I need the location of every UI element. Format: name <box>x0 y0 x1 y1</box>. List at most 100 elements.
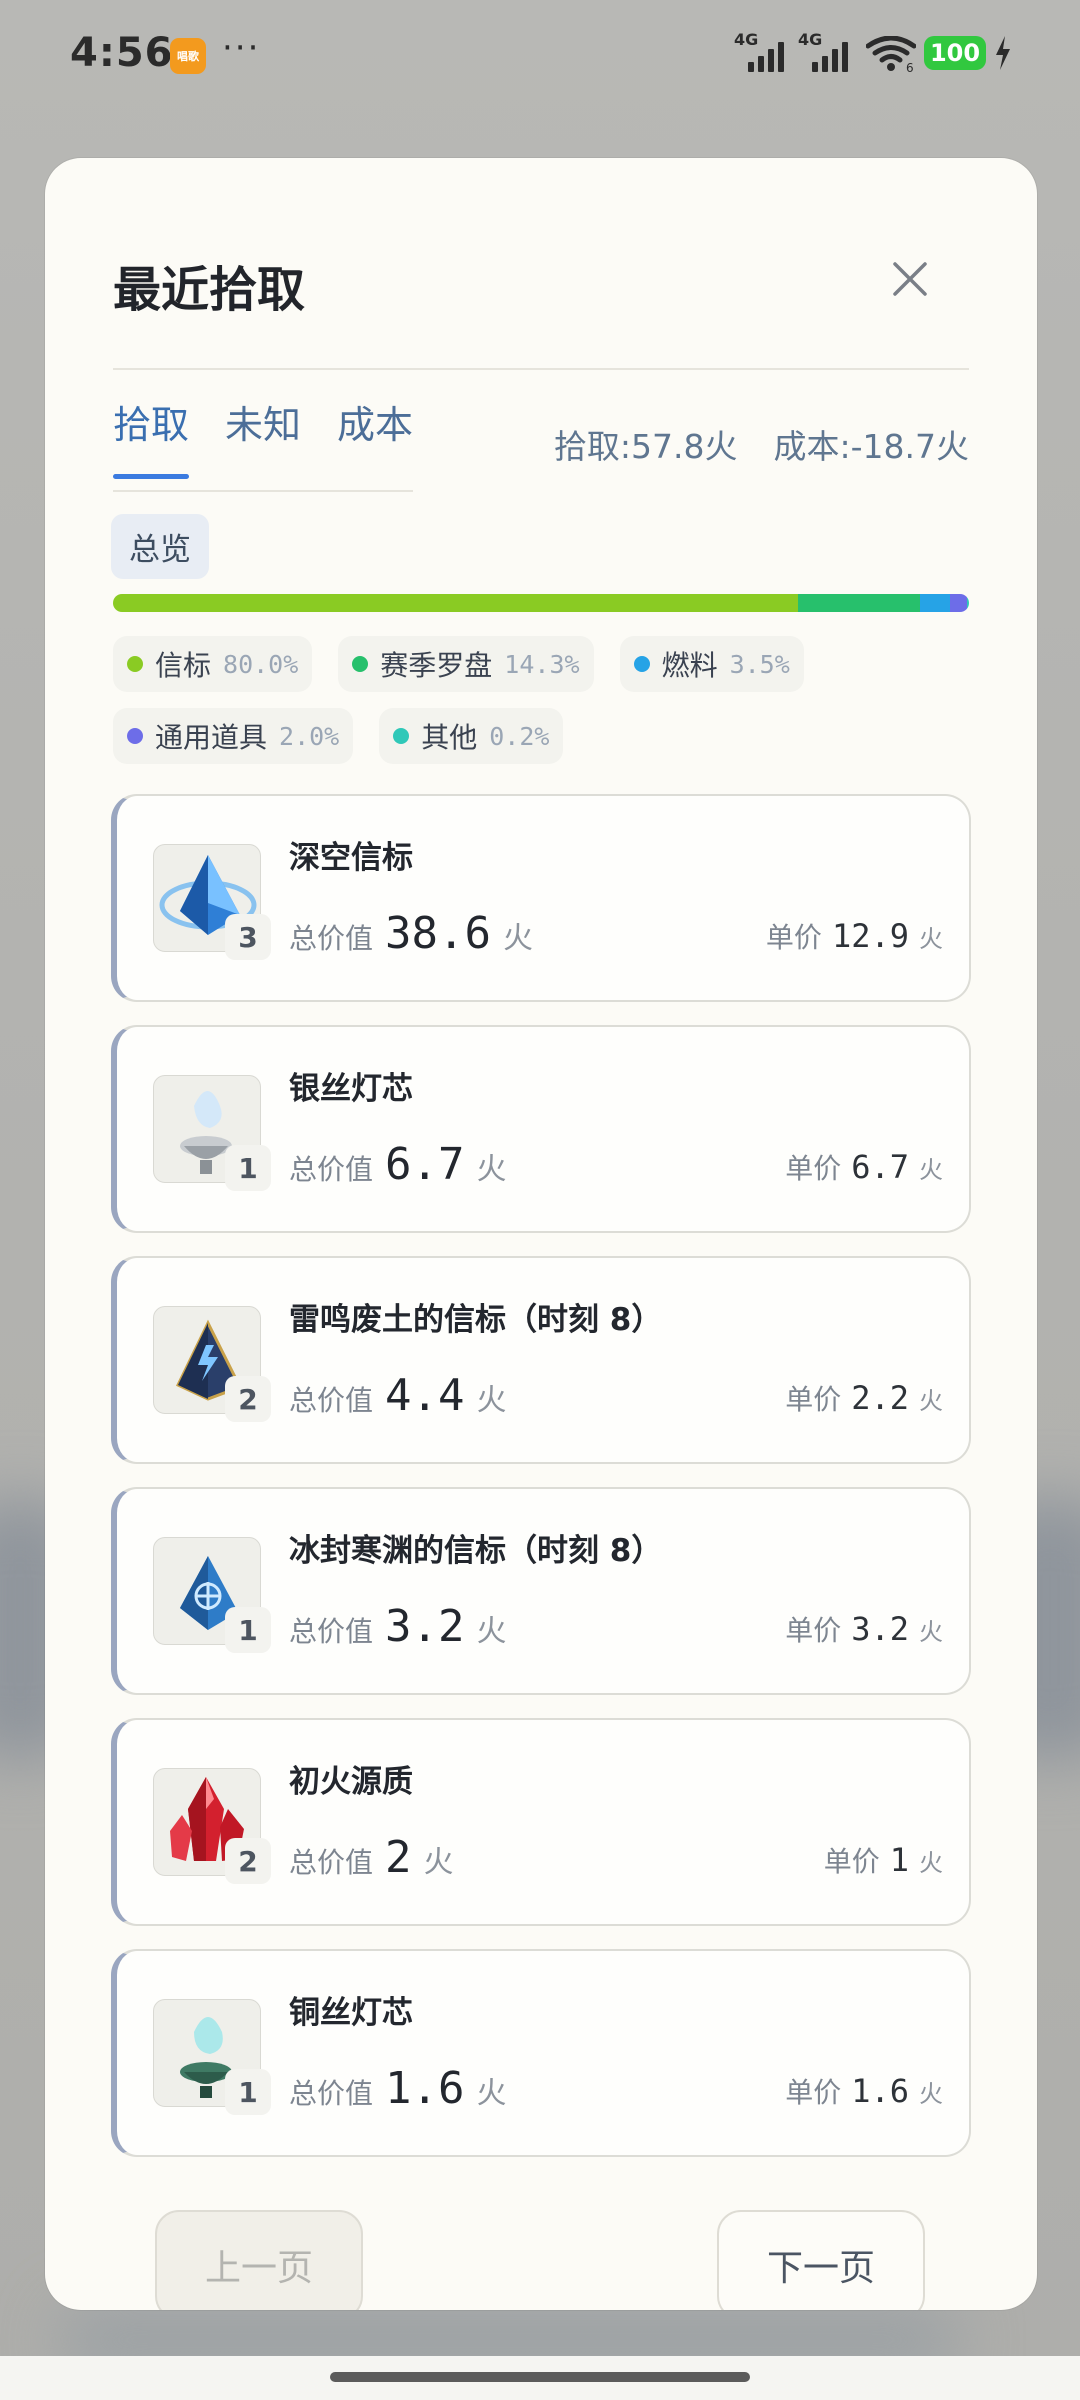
legend-dot <box>352 656 369 672</box>
tab-bar: 拾取 未知 成本 <box>113 394 413 479</box>
item-name: 冰封寒渊的信标（时刻 8） <box>289 1533 663 1569</box>
item-card[interactable]: 1 铜丝灯芯 总价值 1.6 火 单价 1.6 火 <box>111 1949 971 2157</box>
distribution-segment <box>113 594 798 612</box>
item-unit-price: 单价 6.7 火 <box>785 1147 943 1187</box>
close-icon[interactable] <box>885 254 935 304</box>
currency-label: 火 <box>919 1387 943 1415</box>
unit-price-label: 单价 <box>823 1845 880 1878</box>
currency-label: 火 <box>919 925 943 953</box>
item-unit-price: 单价 1 火 <box>824 1840 943 1880</box>
overview-chip[interactable]: 总览 <box>111 514 209 579</box>
home-indicator[interactable] <box>330 2372 750 2382</box>
summary-pickup: 拾取:57.8火 <box>553 427 738 466</box>
charging-icon <box>996 36 1010 70</box>
legend-item: 燃料 3.5% <box>619 636 804 692</box>
item-total-value: 总价值 6.7 火 <box>289 1139 507 1190</box>
wifi-icon: 6 <box>866 36 916 72</box>
tab-unknown[interactable]: 未知 <box>225 394 301 479</box>
unit-price-label: 单价 <box>785 1614 842 1647</box>
summary-cost: 成本:-18.7火 <box>773 427 969 466</box>
currency-label: 火 <box>476 1614 507 1649</box>
legend-dot <box>127 656 143 672</box>
item-name: 初火源质 <box>289 1764 413 1800</box>
total-value-number: 1.6 <box>385 2063 465 2114</box>
item-card[interactable]: 2 雷鸣废土的信标（时刻 8） 总价值 4.4 火 单价 2.2 火 <box>111 1256 971 1464</box>
total-value-label: 总价值 <box>289 1615 374 1648</box>
dialog-title: 最近拾取 <box>113 262 306 318</box>
item-quantity-badge: 2 <box>225 1838 271 1884</box>
currency-label: 火 <box>502 921 533 956</box>
tab-cost[interactable]: 成本 <box>337 394 413 479</box>
unit-price-number: 1 <box>889 1841 909 1879</box>
legend-dot <box>127 728 143 744</box>
status-bar: 4:56 唱歌 ··· 4G 4G 6 100 <box>0 0 1080 110</box>
unit-price-number: 6.7 <box>851 1148 909 1186</box>
legend-label: 赛季罗盘 <box>380 649 493 682</box>
total-value-number: 3.2 <box>385 1601 465 1652</box>
unit-price-number: 12.9 <box>831 917 909 955</box>
legend-label: 通用道具 <box>155 721 268 754</box>
legend-label: 燃料 <box>661 649 718 682</box>
item-list: 3 深空信标 总价值 38.6 火单价 12.9 火 1 银丝灯芯 总价值 6.7 火单价 6.7 火 2 雷… <box>111 794 971 2180</box>
header-divider <box>113 368 969 370</box>
svg-text:6: 6 <box>906 61 914 72</box>
total-value-number: 6.7 <box>385 1139 465 1190</box>
summary-totals: 拾取:57.8火 成本:-18.7火 <box>554 420 969 468</box>
currency-label: 火 <box>476 1152 507 1187</box>
status-time: 4:56 <box>70 30 174 76</box>
currency-label: 火 <box>919 1618 943 1646</box>
more-notifications-icon: ··· <box>222 28 261 68</box>
total-value-number: 38.6 <box>385 908 491 959</box>
unit-price-label: 单价 <box>785 1152 842 1185</box>
item-name: 铜丝灯芯 <box>289 1995 413 2031</box>
distribution-segment <box>797 594 921 612</box>
legend-item: 信标 80.0% <box>113 636 313 692</box>
currency-label: 火 <box>423 1845 454 1880</box>
item-quantity-badge: 2 <box>225 1376 271 1422</box>
item-card[interactable]: 1 冰封寒渊的信标（时刻 8） 总价值 3.2 火 单价 3.2 火 <box>111 1487 971 1695</box>
item-card[interactable]: 2 初火源质 总价值 2 火单价 1 火 <box>111 1718 971 1926</box>
currency-label: 火 <box>919 2080 943 2108</box>
item-card[interactable]: 1 银丝灯芯总价值 6.7 火 单价 6.7 火 <box>111 1025 971 1233</box>
tabs-divider <box>113 490 413 492</box>
currency-label: 火 <box>476 1383 507 1418</box>
item-quantity-badge: 1 <box>225 1607 271 1653</box>
legend-percent: 14.3% <box>504 649 580 679</box>
legend-item: 通用道具 2.0% <box>113 708 354 764</box>
item-total-value: 总价值 38.6 火 <box>289 908 533 959</box>
total-value-label: 总价值 <box>289 1384 374 1417</box>
item-total-value: 总价值 3.2 火 <box>289 1601 507 1652</box>
item-name: 深空信标 <box>289 840 413 876</box>
legend-percent: 2.0% <box>279 721 340 751</box>
item-total-value: 总价值 1.6 火 <box>289 2063 507 2114</box>
battery-indicator: 100 <box>924 36 986 70</box>
total-value-label: 总价值 <box>289 1153 374 1186</box>
item-unit-price: 单价 12.9 火 <box>766 916 943 956</box>
legend-dot <box>633 656 650 672</box>
tab-pickup[interactable]: 拾取 <box>113 394 190 479</box>
distribution-segment <box>967 594 969 612</box>
total-value-label: 总价值 <box>289 922 374 955</box>
legend-percent: 80.0% <box>223 649 299 679</box>
total-value-label: 总价值 <box>289 2077 374 2110</box>
legend-dot <box>393 728 410 744</box>
total-value-number: 2 <box>385 1832 412 1883</box>
item-unit-price: 单价 2.2 火 <box>785 1378 943 1418</box>
currency-label: 火 <box>919 1849 943 1877</box>
unit-price-label: 单价 <box>785 2076 842 2109</box>
unit-price-label: 单价 <box>785 1383 842 1416</box>
distribution-legend: 信标 80.0% 赛季罗盘 14.3% 燃料 3.5% 通用道具 2.0% 其他 0.2% <box>113 636 983 764</box>
item-quantity-badge: 3 <box>225 914 271 960</box>
item-card[interactable]: 3 深空信标 总价值 38.6 火 单价 12.9 火 <box>111 794 971 1002</box>
item-name: 银丝灯芯 <box>289 1071 413 1107</box>
next-page-button[interactable]: 下一页 <box>717 2210 925 2310</box>
legend-item: 其他 0.2% <box>379 708 564 764</box>
distribution-segment <box>920 594 951 612</box>
prev-page-button[interactable]: 上一页 <box>155 2210 363 2310</box>
item-name: 雷鸣废土的信标（时刻 8） <box>289 1302 663 1338</box>
item-quantity-badge: 1 <box>225 1145 271 1191</box>
legend-item: 赛季罗盘 14.3% <box>338 636 594 692</box>
unit-price-number: 3.2 <box>851 1610 909 1648</box>
unit-price-number: 2.2 <box>851 1379 909 1417</box>
legend-percent: 3.5% <box>729 649 790 679</box>
